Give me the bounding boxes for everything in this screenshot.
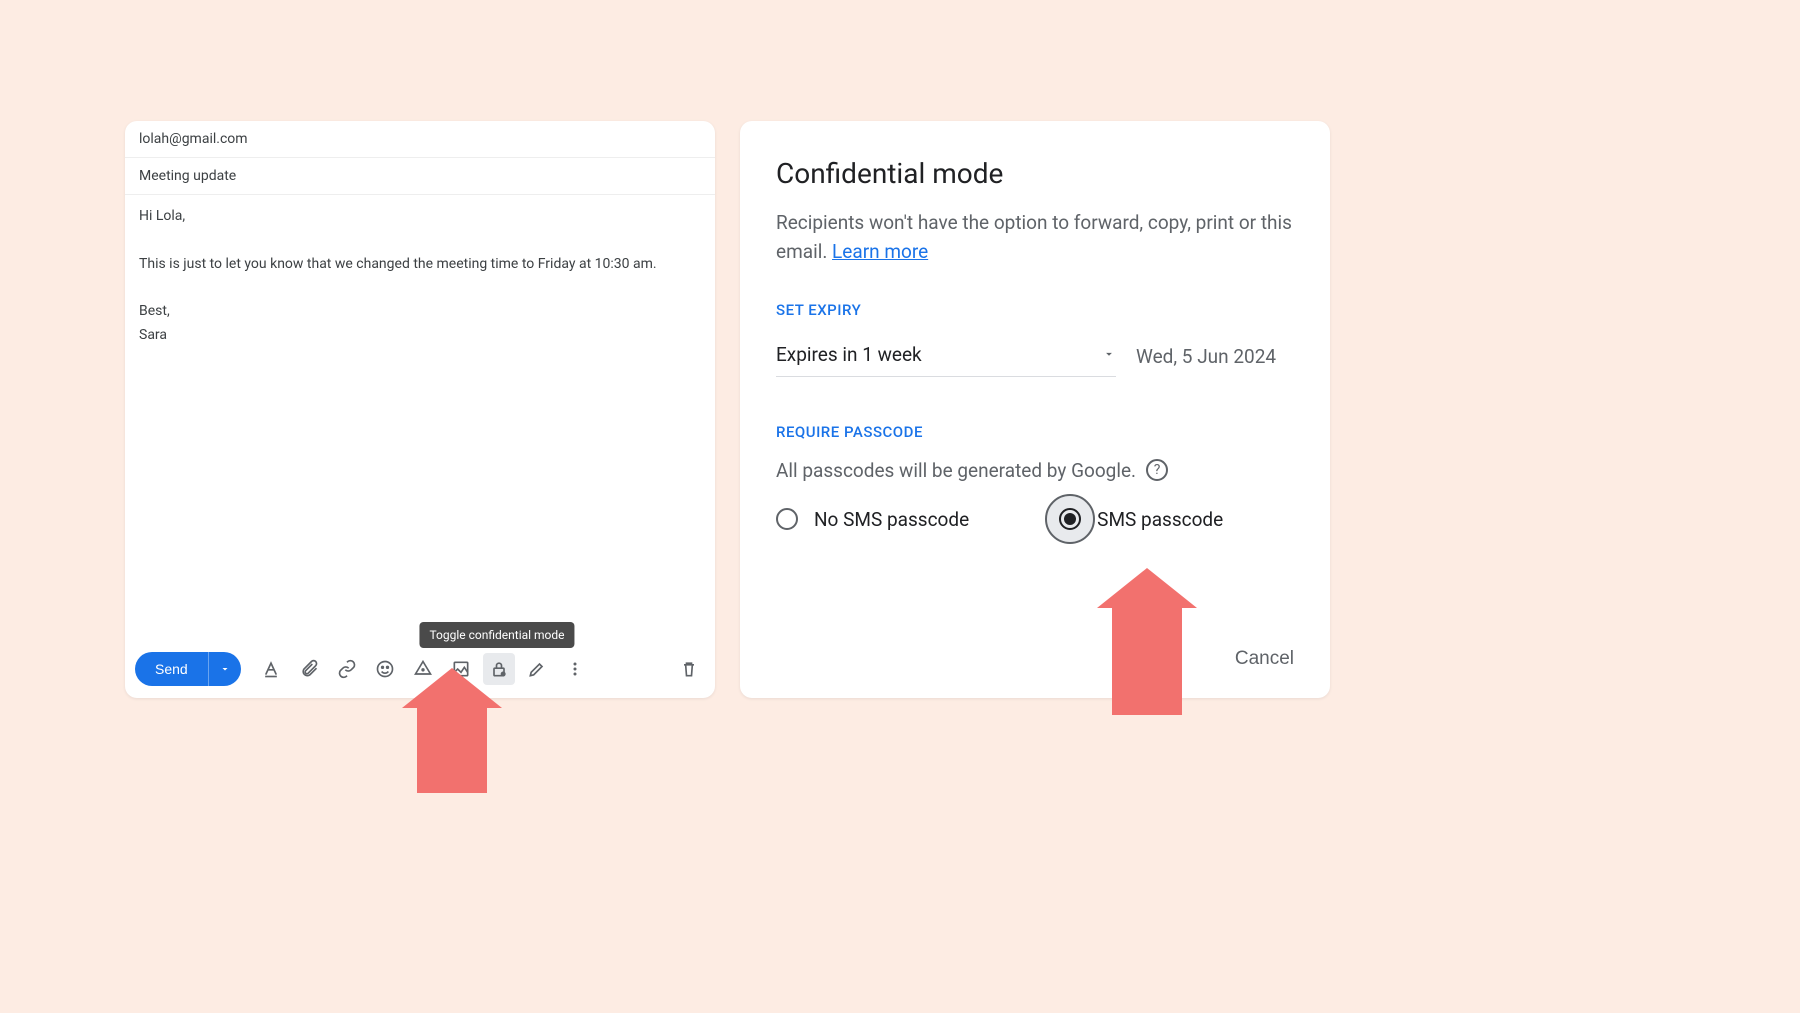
no-sms-label: No SMS passcode xyxy=(814,508,969,531)
passcode-note: All passcodes will be generated by Googl… xyxy=(776,459,1294,482)
require-passcode-label: REQUIRE PASSCODE xyxy=(776,423,1294,441)
cancel-button[interactable]: Cancel xyxy=(1235,648,1294,670)
formatting-icon[interactable] xyxy=(255,653,287,685)
radio-icon xyxy=(776,508,798,530)
signature-icon[interactable] xyxy=(521,653,553,685)
dialog-desc-text-1: Recipients won't have the option to forw… xyxy=(776,211,1261,234)
dialog-description: Recipients won't have the option to forw… xyxy=(776,208,1294,267)
expiry-value: Expires in 1 week xyxy=(776,343,922,366)
learn-more-link[interactable]: Learn more xyxy=(832,240,928,263)
chevron-down-icon xyxy=(1102,347,1116,361)
sms-option[interactable]: SMS passcode xyxy=(1059,508,1223,531)
passcode-note-text: All passcodes will be generated by Googl… xyxy=(776,459,1136,482)
annotation-arrow-2-body xyxy=(1112,598,1182,715)
set-expiry-label: SET EXPIRY xyxy=(776,301,1294,319)
discard-draft-icon[interactable] xyxy=(673,653,705,685)
subject-field[interactable]: Meeting update xyxy=(125,158,715,195)
radio-icon-selected xyxy=(1059,508,1081,530)
attach-icon[interactable] xyxy=(293,653,325,685)
expiry-row: Expires in 1 week Wed, 5 Jun 2024 xyxy=(776,337,1294,377)
radio-selected-bg xyxy=(1045,494,1095,544)
sms-label: SMS passcode xyxy=(1097,508,1223,531)
expiry-date: Wed, 5 Jun 2024 xyxy=(1136,345,1276,368)
to-field[interactable]: lolah@gmail.com xyxy=(125,121,715,158)
compose-window: lolah@gmail.com Meeting update Hi Lola, … xyxy=(125,121,715,698)
no-sms-option[interactable]: No SMS passcode xyxy=(776,508,969,531)
more-options-icon[interactable] xyxy=(559,653,591,685)
confidential-mode-dialog: Confidential mode Recipients won't have … xyxy=(740,121,1330,698)
dialog-actions: Cancel xyxy=(1235,648,1294,670)
emoji-icon[interactable] xyxy=(369,653,401,685)
dialog-title: Confidential mode xyxy=(776,157,1294,190)
email-body[interactable]: Hi Lola, This is just to let you know th… xyxy=(125,195,715,644)
help-icon[interactable]: ? xyxy=(1146,459,1168,481)
expiry-dropdown[interactable]: Expires in 1 week xyxy=(776,337,1116,377)
passcode-radio-group: No SMS passcode SMS passcode xyxy=(776,508,1294,531)
send-options-dropdown[interactable] xyxy=(208,652,241,686)
link-icon[interactable] xyxy=(331,653,363,685)
send-button-group: Send xyxy=(135,652,241,686)
annotation-arrow-1-body xyxy=(417,698,487,793)
send-button[interactable]: Send xyxy=(135,652,208,686)
